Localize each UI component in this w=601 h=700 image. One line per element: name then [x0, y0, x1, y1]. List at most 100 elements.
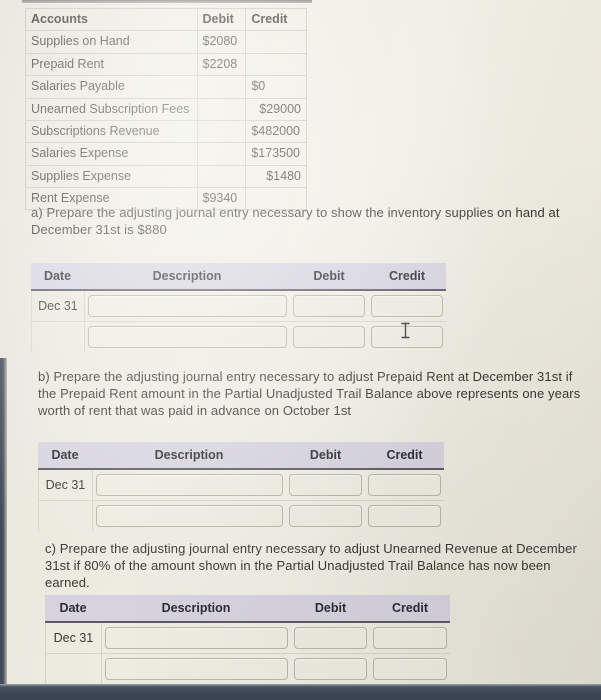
trial-balance-account: Unearned Subscription Fees: [25, 97, 198, 121]
trial-balance-credit: $482000: [245, 119, 307, 144]
trial-balance-credit: $173500: [245, 142, 307, 166]
column-header-credit: Credit: [386, 448, 423, 462]
journal-entry-table-b: Date Description Debit Credit Dec 31: [38, 442, 444, 531]
journal-body: Dec 31: [38, 470, 444, 531]
table-row: Dec 31: [46, 623, 450, 654]
credit-input-cell: [365, 505, 444, 527]
credit-input[interactable]: [371, 326, 443, 348]
debit-input-cell: [290, 295, 368, 317]
trial-balance-debit: $2080: [196, 30, 247, 54]
trial-balance-debit: $2208: [196, 52, 247, 77]
description-input[interactable]: [95, 505, 284, 527]
table-row: Subscriptions Revenue $482000: [25, 119, 307, 144]
description-input[interactable]: [104, 627, 289, 649]
table-row: Unearned Subscription Fees $29000: [25, 97, 307, 121]
trial-balance-header-accounts: Accounts: [25, 7, 198, 32]
credit-input[interactable]: [368, 505, 442, 527]
trial-balance-debit: [196, 97, 247, 121]
trial-balance-debit: [196, 119, 247, 144]
trial-balance-debit: [196, 164, 247, 189]
debit-input-cell: [291, 627, 370, 649]
column-header-credit: Credit: [391, 601, 429, 615]
table-row: Salaries Payable $0: [25, 75, 307, 99]
desk-edge-bottom: [0, 684, 601, 700]
credit-input[interactable]: [368, 474, 442, 496]
description-input[interactable]: [87, 326, 288, 348]
trial-balance-header-credit: Credit: [245, 7, 307, 32]
column-header-debit: Debit: [314, 601, 347, 615]
table-row: Prepaid Rent $2208: [25, 52, 307, 77]
column-header-date: Date: [59, 601, 87, 615]
table-row: Dec 31: [39, 470, 444, 501]
trial-balance-account: Subscriptions Revenue: [25, 119, 198, 144]
table-row: Salaries Expense $173500: [25, 142, 307, 166]
credit-input-cell: [370, 627, 450, 649]
trial-balance-credit: $0: [245, 75, 307, 99]
column-header-debit: Debit: [309, 448, 342, 462]
question-c-text: c) Prepare the adjusting journal entry n…: [45, 541, 577, 591]
description-input[interactable]: [104, 658, 289, 680]
row-date-label: [46, 654, 102, 684]
journal-body: Dec 31: [45, 623, 450, 684]
trial-balance-header-debit: Debit: [196, 7, 247, 32]
table-row: Supplies Expense $1480: [25, 164, 307, 189]
trial-balance-table: Accounts Debit Credit Supplies on Hand $…: [25, 7, 307, 211]
journal-header-row: Date Description Debit Credit: [31, 263, 446, 291]
debit-input[interactable]: [293, 295, 366, 317]
debit-input-cell: [290, 326, 368, 348]
credit-input-cell: [368, 295, 446, 317]
table-row: Supplies on Hand $2080: [25, 30, 307, 54]
trial-balance-account: Prepaid Rent: [25, 52, 198, 77]
credit-input[interactable]: [373, 658, 447, 680]
table-row: [46, 654, 450, 684]
description-input-cell: [93, 505, 287, 527]
column-header-description: Description: [152, 269, 222, 283]
debit-input[interactable]: [294, 658, 368, 680]
row-date-label: Dec 31: [46, 623, 102, 653]
column-header-description: Description: [154, 448, 224, 462]
row-date-label: Dec 31: [39, 470, 93, 500]
credit-input[interactable]: [373, 627, 447, 649]
row-date-label: [32, 322, 85, 352]
journal-header-row: Date Description Debit Credit: [38, 442, 444, 470]
trial-balance-credit: $29000: [245, 97, 307, 121]
trial-balance-credit: [245, 52, 307, 77]
desk-edge-left: [0, 358, 7, 700]
table-row: [32, 322, 446, 352]
credit-input-cell: [370, 658, 450, 680]
journal-header-row: Date Description Debit Credit: [45, 595, 450, 623]
trial-balance-debit: [196, 142, 247, 166]
credit-input-cell: [365, 474, 444, 496]
trial-balance-credit: [245, 30, 307, 54]
trial-balance-account: Supplies Expense: [25, 164, 198, 189]
debit-input[interactable]: [289, 474, 363, 496]
question-a-text: a) Prepare the adjusting journal entry n…: [31, 205, 560, 238]
trial-balance-account: Salaries Expense: [25, 142, 198, 166]
debit-input-cell: [286, 474, 365, 496]
debit-input-cell: [286, 505, 365, 527]
trial-balance-debit: [196, 75, 247, 99]
debit-input[interactable]: [294, 627, 368, 649]
question-b-text: b) Prepare the adjusting journal entry n…: [38, 369, 581, 419]
description-input-cell: [93, 474, 287, 496]
description-input[interactable]: [87, 295, 288, 317]
debit-input[interactable]: [293, 326, 366, 348]
description-input-cell: [85, 295, 291, 317]
partial-unadjusted-trial-balance: Accounts Debit Credit Supplies on Hand $…: [25, 7, 307, 211]
description-input-cell: [102, 658, 292, 680]
column-header-date: Date: [51, 448, 79, 462]
column-header-description: Description: [161, 601, 231, 615]
trial-balance-credit: $1480: [245, 164, 307, 189]
row-date-label: Dec 31: [32, 291, 85, 321]
desk-edge-top: [22, 0, 312, 3]
photographed-worksheet-page: Accounts Debit Credit Supplies on Hand $…: [0, 0, 601, 700]
column-header-debit: Debit: [313, 269, 345, 283]
journal-entry-table-a: Date Description Debit Credit Dec 31: [31, 263, 446, 352]
journal-body: Dec 31: [31, 291, 446, 352]
table-row: [39, 501, 444, 531]
description-input[interactable]: [95, 474, 284, 496]
debit-input-cell: [291, 658, 370, 680]
debit-input[interactable]: [289, 505, 363, 527]
column-header-date: Date: [43, 269, 72, 283]
credit-input[interactable]: [371, 295, 443, 317]
